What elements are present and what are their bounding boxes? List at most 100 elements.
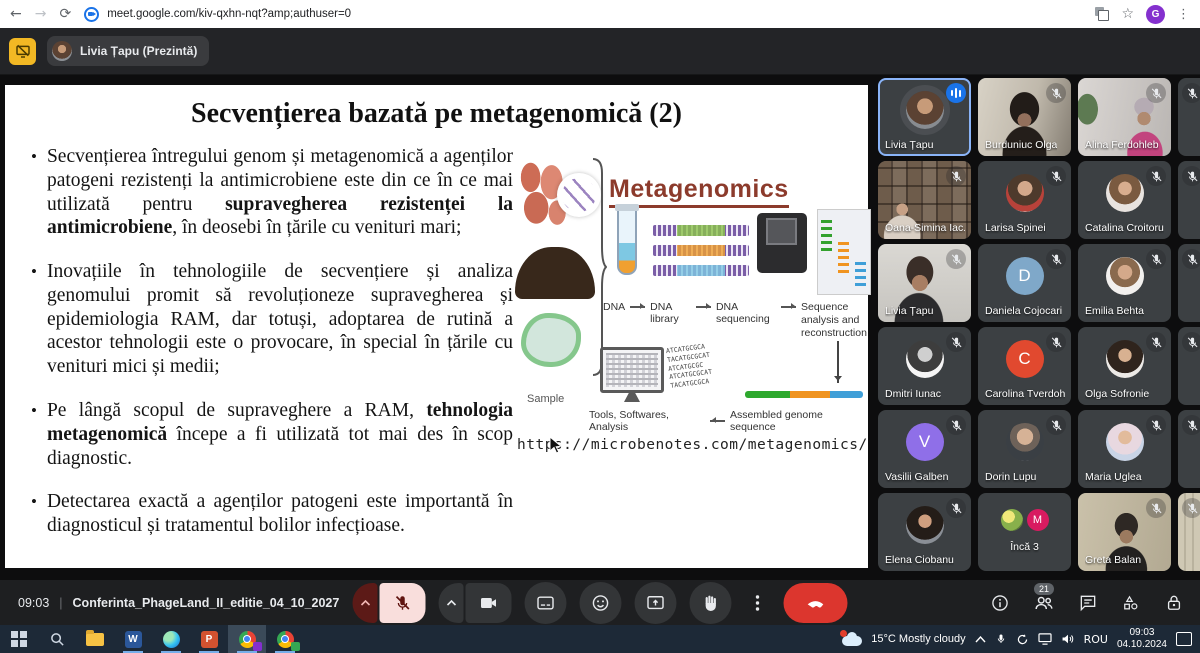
url-text[interactable]: meet.google.com/kiv-qxhn-nqt?amp;authuse… <box>107 8 351 20</box>
taskbar-clock[interactable]: 09:03 04.10.2024 <box>1117 627 1167 651</box>
edge-button[interactable] <box>152 625 190 653</box>
more-vert-icon <box>756 595 760 611</box>
mic-off-icon <box>1182 415 1200 435</box>
taskbar-search-button[interactable] <box>38 625 76 653</box>
camera-toggle-button[interactable] <box>466 583 512 623</box>
participant-name: Oana-Simina Iac... <box>885 222 965 234</box>
participant-tile[interactable]: Oana-Simina Iac... <box>878 161 971 239</box>
activities-shapes-icon <box>1121 593 1141 613</box>
clock-date: 04.10.2024 <box>1117 639 1167 651</box>
mic-off-icon <box>946 498 966 518</box>
meeting-details-button[interactable] <box>990 593 1010 613</box>
dna-library-label: DNA library <box>650 301 691 325</box>
tray-chevron-icon[interactable] <box>975 636 986 643</box>
arrow-right-icon <box>696 306 711 308</box>
sample-label: Sample <box>527 393 564 405</box>
tray-update-icon[interactable] <box>1016 633 1029 646</box>
participant-tile-partial[interactable] <box>1178 410 1200 488</box>
chat-button[interactable] <box>1078 593 1098 613</box>
participant-tile[interactable]: Livia Țapu <box>878 78 971 156</box>
host-controls-button[interactable] <box>1164 593 1184 613</box>
metagenomics-diagram: Metagenomics Sample DNA DNA library <box>505 151 863 451</box>
mic-off-icon <box>1046 332 1066 352</box>
participant-tile[interactable]: Elena Ciobanu <box>878 493 971 571</box>
bookmark-star-icon[interactable]: ☆ <box>1121 6 1134 22</box>
participant-tile[interactable]: Livia Țapu <box>878 244 971 322</box>
weather-text[interactable]: 15°C Mostly cloudy <box>871 633 965 645</box>
participant-tile[interactable]: Alina Ferdohleb <box>1078 78 1171 156</box>
presenter-avatar <box>52 41 72 61</box>
reload-icon[interactable]: ⟳ <box>59 7 71 21</box>
participant-tile[interactable]: VVasilii Galben <box>878 410 971 488</box>
participant-mini-avatar <box>1001 509 1023 531</box>
lock-icon <box>1164 593 1184 613</box>
participant-tile[interactable]: CCarolina Tverdoh... <box>978 327 1071 405</box>
participant-tile[interactable]: Catalina Croitoru <box>1078 161 1171 239</box>
action-center-icon[interactable] <box>1176 632 1192 646</box>
dna-sequencing-label: DNA sequencing <box>716 301 776 325</box>
participant-tile[interactable]: DDaniela Cojocari <box>978 244 1071 322</box>
weather-icon[interactable] <box>842 632 862 646</box>
participant-tile[interactable]: Olga Sofronie <box>1078 327 1171 405</box>
participant-tile[interactable]: Greta Balan <box>1078 493 1171 571</box>
more-options-button[interactable] <box>745 582 771 624</box>
participant-tile[interactable]: Dmitri Iunac <box>878 327 971 405</box>
tray-mic-icon[interactable] <box>995 632 1007 646</box>
browser-menu-icon[interactable]: ⋮ <box>1177 7 1190 22</box>
presenter-pill[interactable]: Livia Țapu (Prezintă) <box>47 36 209 66</box>
mic-off-icon <box>946 166 966 186</box>
participant-letter-avatar: C <box>1006 340 1044 378</box>
participant-tile-partial[interactable] <box>1178 161 1200 239</box>
participant-tile-partial[interactable] <box>1178 244 1200 322</box>
participant-tile[interactable]: MÎncă 3 <box>978 493 1071 571</box>
smiley-icon <box>591 593 611 613</box>
captions-button[interactable] <box>525 582 567 624</box>
participant-tile[interactable]: Maria Uglea <box>1078 410 1171 488</box>
participant-tile-partial[interactable] <box>1178 493 1200 571</box>
participant-tile[interactable]: Larisa Spinei <box>978 161 1071 239</box>
back-icon[interactable]: ← <box>10 7 22 21</box>
present-screen-button[interactable] <box>635 582 677 624</box>
participant-tile[interactable]: Emilia Behta <box>1078 244 1171 322</box>
participants-button[interactable]: 21 <box>1033 592 1055 614</box>
participant-tile[interactable]: Dorin Lupu <box>978 410 1071 488</box>
file-explorer-button[interactable] <box>76 625 114 653</box>
presented-slide: Secvențierea bazată pe metagenomică (2) … <box>5 85 868 568</box>
present-icon <box>646 593 666 613</box>
activities-button[interactable] <box>1121 593 1141 613</box>
bullet-text: Detectarea exactă a agenților patogeni e… <box>47 490 513 538</box>
participant-avatar <box>1106 340 1144 378</box>
tray-volume-icon[interactable] <box>1061 633 1075 645</box>
participant-name: Livia Țapu <box>885 139 933 151</box>
meeting-time: 09:03 <box>18 596 49 610</box>
participant-name: Încă 3 <box>1010 541 1039 553</box>
chrome-button-active[interactable] <box>228 625 266 653</box>
leave-call-button[interactable] <box>784 583 848 623</box>
mic-toggle-button[interactable] <box>380 583 426 623</box>
chrome-button-secondary[interactable] <box>266 625 304 653</box>
presenting-indicator-button[interactable] <box>9 38 36 65</box>
meet-badge-icon <box>253 642 262 651</box>
browser-profile-avatar[interactable]: G <box>1146 5 1165 24</box>
participant-tile[interactable]: Burduniuc Olga <box>978 78 1071 156</box>
slide-source-url: https://microbenotes.com/metagenomics/ <box>517 437 868 453</box>
translate-icon[interactable] <box>1095 7 1109 21</box>
mic-off-icon <box>1182 498 1200 518</box>
language-indicator[interactable]: ROU <box>1084 633 1108 646</box>
browser-toolbar: ← → ⟳ meet.google.com/kiv-qxhn-nqt?amp;a… <box>0 0 1200 28</box>
word-button[interactable]: W <box>114 625 152 653</box>
reactions-button[interactable] <box>580 582 622 624</box>
participant-tile-partial[interactable] <box>1178 327 1200 405</box>
clock-time: 09:03 <box>1117 627 1167 639</box>
camera-options-chevron[interactable] <box>439 583 464 623</box>
start-button[interactable] <box>0 625 38 653</box>
raise-hand-button[interactable] <box>690 582 732 624</box>
mic-off-icon <box>1146 332 1166 352</box>
forward-icon[interactable]: → <box>35 7 47 21</box>
address-bar[interactable]: meet.google.com/kiv-qxhn-nqt?amp;authuse… <box>84 7 1082 22</box>
tray-network-icon[interactable] <box>1038 633 1052 645</box>
stop-presenting-icon <box>15 43 31 59</box>
powerpoint-button[interactable]: P <box>190 625 228 653</box>
participant-tile-partial[interactable] <box>1178 78 1200 156</box>
mic-options-chevron[interactable] <box>353 583 378 623</box>
